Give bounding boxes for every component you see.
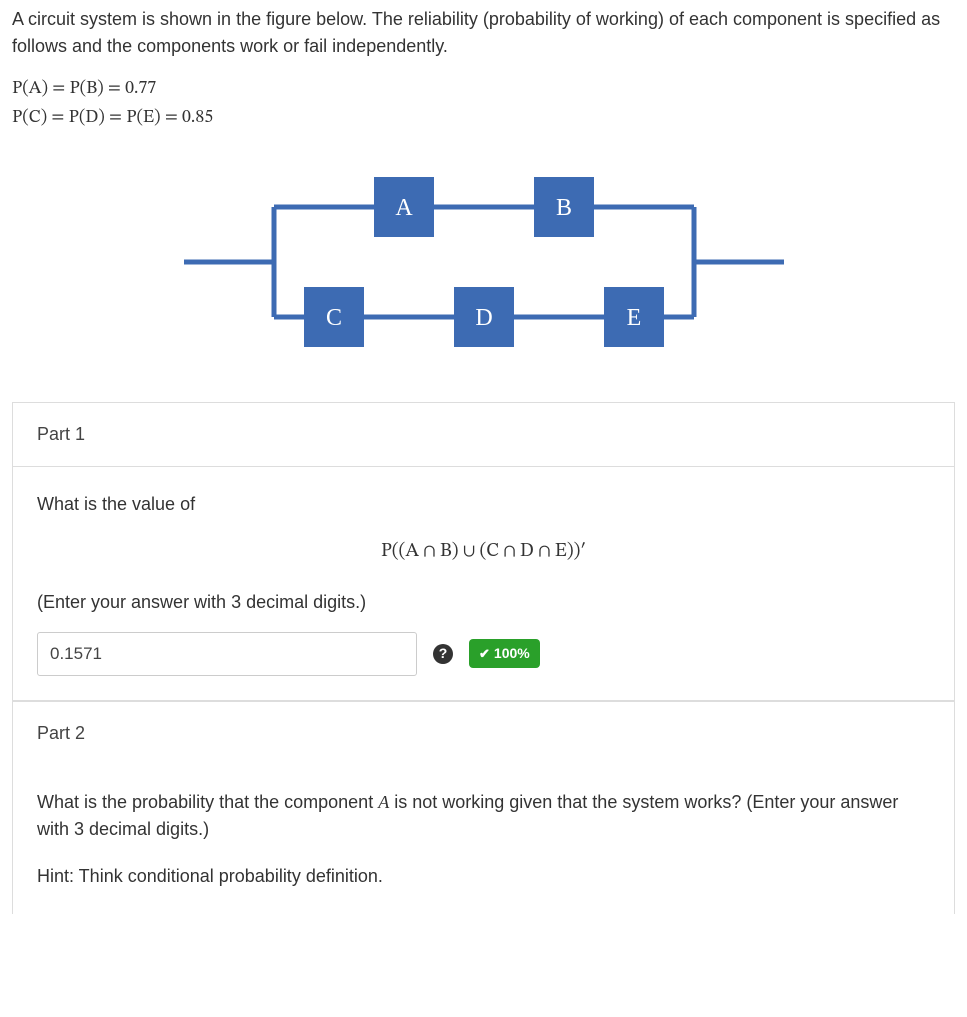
part-1-answer-input[interactable] [37,632,417,676]
part-1-expression: P((A ∩ B) ∪ (C ∩ D ∩ E))′ [37,538,930,567]
part-1-title: Part 1 [13,403,954,467]
node-a-label: A [395,195,413,221]
part-2-prompt: What is the probability that the compone… [37,789,930,843]
equation-2: P(C) = P(D) = P(E) = 0.85 [12,105,955,132]
part-2-hint: Hint: Think conditional probability defi… [37,863,930,890]
part-1-prompt: What is the value of [37,491,930,518]
node-e-label: E [626,305,641,331]
node-b-label: B [555,195,571,221]
node-c-label: C [325,305,341,331]
problem-intro: A circuit system is shown in the figure … [12,6,955,60]
help-icon[interactable]: ? [433,644,453,664]
node-d-label: D [475,305,492,331]
part-2-body: What is the probability that the compone… [12,765,955,914]
score-badge: 100% [469,639,540,668]
part-1-container: Part 1 What is the value of P((A ∩ B) ∪ … [12,402,955,701]
given-equations: P(A) = P(B) = 0.77 P(C) = P(D) = P(E) = … [12,76,955,132]
equation-1: P(A) = P(B) = 0.77 [12,76,955,103]
part-1-instruction: (Enter your answer with 3 decimal digits… [37,589,930,616]
part-2-title: Part 2 [12,701,955,765]
circuit-diagram: A B C D E [12,162,955,362]
